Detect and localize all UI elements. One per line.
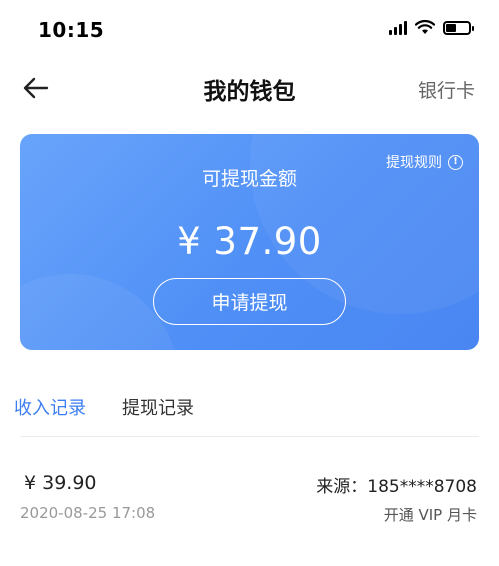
balance-amount: ¥ 37.90 bbox=[177, 220, 322, 263]
nav-bar: 我的钱包 银行卡 bbox=[0, 60, 499, 116]
balance-label: 可提现金额 bbox=[201, 168, 297, 190]
status-time: 10:15 bbox=[38, 18, 105, 42]
divider bbox=[20, 436, 479, 437]
signal-icon bbox=[389, 20, 407, 35]
status-bar: 10:15 bbox=[0, 0, 499, 60]
wifi-icon bbox=[415, 20, 435, 34]
battery-icon bbox=[443, 20, 474, 35]
record-description: 开通 VIP 月卡 bbox=[383, 506, 477, 524]
apply-withdraw-button[interactable]: 申请提现 bbox=[153, 278, 346, 325]
list-item[interactable]: ¥ 39.90 2020-08-25 17:08 来源：185****8708 … bbox=[0, 462, 499, 532]
record-tabs: 收入记录 提现记录 bbox=[0, 380, 499, 436]
wallet-balance-card: 提现规则 ! 可提现金额 ¥ 37.90 申请提现 bbox=[20, 134, 479, 350]
record-amount: ¥ 39.90 bbox=[24, 472, 97, 494]
record-source: 来源：185****8708 bbox=[316, 477, 477, 497]
tab-withdraw-records[interactable]: 提现记录 bbox=[122, 394, 194, 420]
status-icons bbox=[389, 20, 474, 35]
bank-card-link[interactable]: 银行卡 bbox=[418, 76, 475, 103]
tab-income-records[interactable]: 收入记录 bbox=[14, 394, 86, 420]
record-date: 2020-08-25 17:08 bbox=[20, 504, 156, 522]
